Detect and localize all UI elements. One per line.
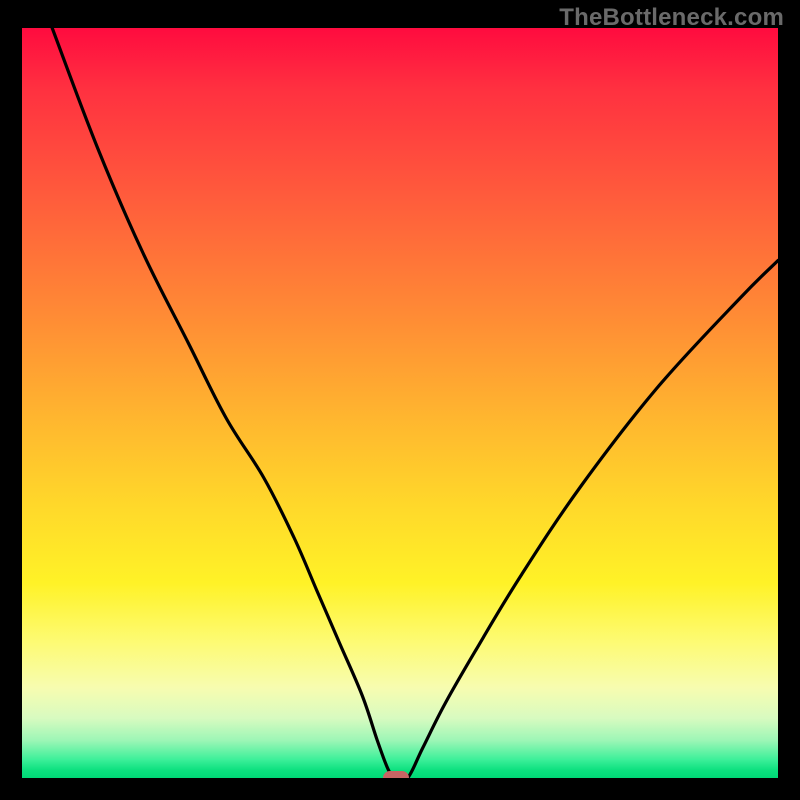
bottleneck-curve (22, 28, 778, 778)
optimal-point-marker (383, 771, 409, 778)
watermark-text: TheBottleneck.com (559, 4, 784, 32)
chart-frame: TheBottleneck.com (0, 0, 800, 800)
plot-area (22, 28, 778, 778)
